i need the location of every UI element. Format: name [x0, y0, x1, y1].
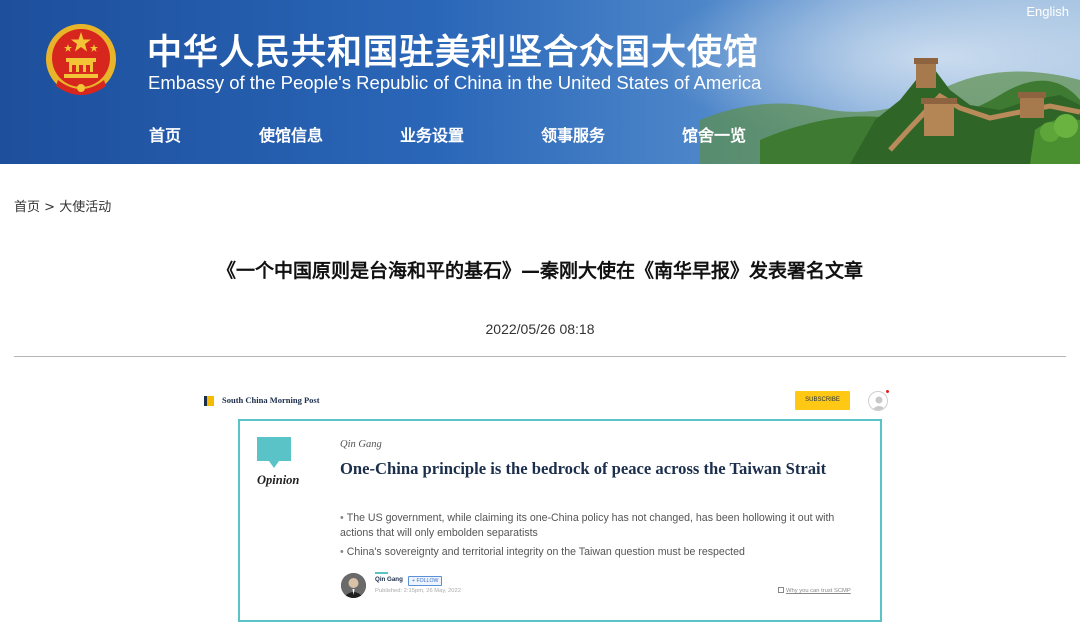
- user-avatar-icon: [868, 391, 888, 411]
- nav-item-embassy-info[interactable]: 使馆信息: [259, 122, 323, 146]
- nav-item-premises[interactable]: 馆舍一览: [682, 122, 746, 146]
- national-emblem-icon: [46, 24, 116, 95]
- summary-bullet-1: • The US government, while claiming its o…: [340, 512, 835, 539]
- main-nav: 首页 使馆信息 业务设置 领事服务 馆舍一览: [0, 122, 1080, 150]
- opinion-speech-bubble-icon: [257, 437, 291, 468]
- author-photo: [341, 573, 366, 598]
- nav-item-consular[interactable]: 领事服务: [541, 122, 605, 146]
- summary-bullet-1-text: The US government, while claiming its on…: [340, 512, 835, 539]
- article-author: Qin Gang: [340, 439, 382, 450]
- site-title-english: Embassy of the People's Republic of Chin…: [148, 72, 762, 93]
- scmp-logo-icon: [204, 396, 214, 406]
- scmp-subscribe-button: SUBSCRIBE: [795, 391, 850, 410]
- breadcrumb-separator: >: [44, 200, 56, 215]
- scmp-headline: One-China principle is the bedrock of pe…: [340, 459, 827, 478]
- byline-author-name: Qin Gang: [375, 576, 403, 583]
- site-header: 中华人民共和国驻美利坚合众国大使馆 Embassy of the People'…: [0, 0, 1080, 164]
- scmp-article-image: South China Morning Post SUBSCRIBE Opini…: [196, 383, 890, 634]
- trust-scmp-link: Why you can trust SCMP: [778, 587, 851, 594]
- byline-accent-bar: [375, 572, 388, 574]
- breadcrumb-home-link[interactable]: 首页: [14, 200, 40, 215]
- published-timestamp: Published: 2:15pm, 26 May, 2022: [375, 588, 461, 594]
- trust-scmp-text: Why you can trust SCMP: [786, 588, 851, 594]
- scmp-opinion-card: Opinion Qin Gang One-China principle is …: [238, 419, 882, 622]
- nav-item-services[interactable]: 业务设置: [400, 122, 464, 146]
- site-title-chinese: 中华人民共和国驻美利坚合众国大使馆: [147, 33, 760, 73]
- scmp-logo-text: South China Morning Post: [222, 395, 320, 405]
- title-divider: [14, 356, 1066, 357]
- trust-icon: [778, 587, 784, 593]
- breadcrumb: 首页 > 大使活动: [14, 196, 111, 215]
- opinion-section-label: Opinion: [257, 473, 300, 487]
- language-switch-link[interactable]: English: [1026, 4, 1069, 19]
- notification-dot: [886, 390, 889, 393]
- article-title: 《一个中国原则是台海和平的基石》—秦刚大使在《南华早报》发表署名文章: [216, 260, 863, 282]
- breadcrumb-current-link[interactable]: 大使活动: [59, 200, 111, 215]
- follow-button: + FOLLOW: [408, 576, 443, 586]
- summary-bullet-2: • China's sovereignty and territorial int…: [340, 546, 745, 558]
- summary-bullet-2-text: China's sovereignty and territorial inte…: [346, 546, 745, 558]
- article-date: 2022/05/26 08:18: [485, 321, 595, 337]
- nav-item-home[interactable]: 首页: [149, 122, 181, 146]
